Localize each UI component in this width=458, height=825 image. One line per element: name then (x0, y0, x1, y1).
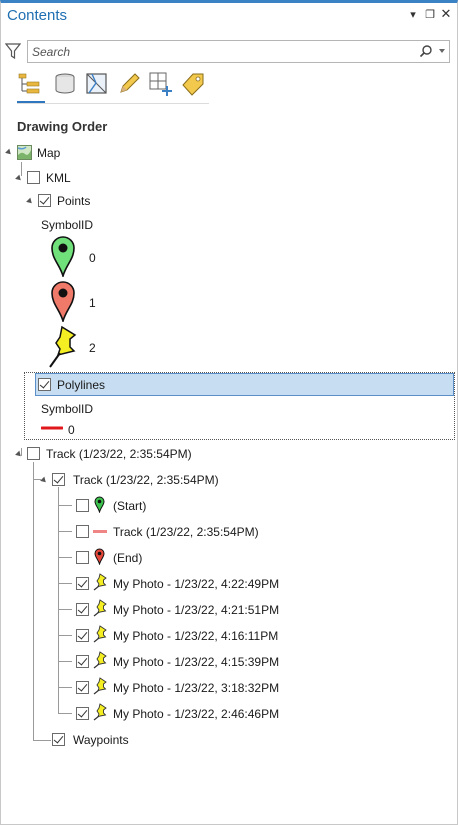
points-label[interactable]: Points (57, 194, 90, 208)
list-by-source-database-icon[interactable] (52, 71, 78, 97)
symbol-1-label: 1 (89, 296, 96, 310)
tree-line (58, 635, 72, 636)
points-symbol-field: SymbolID (41, 218, 94, 232)
polylines-checkbox[interactable] (38, 378, 51, 391)
search-options-chevron-down-icon[interactable] (439, 49, 445, 53)
track-line-checkbox[interactable] (76, 525, 89, 538)
yellow-pushpin-icon (49, 325, 77, 368)
search-input[interactable] (32, 44, 412, 59)
start-checkbox[interactable] (76, 499, 89, 512)
photo-checkbox[interactable] (76, 707, 89, 720)
waypoints-label[interactable]: Waypoints (73, 733, 129, 747)
tree-line (58, 505, 72, 506)
tree-line (58, 713, 72, 714)
waypoints-checkbox[interactable] (52, 733, 65, 746)
yellow-pushpin-icon (93, 625, 107, 643)
track-group-label[interactable]: Track (1/23/22, 2:35:54PM) (46, 447, 192, 461)
map-label[interactable]: Map (37, 146, 60, 160)
tree-line (58, 583, 72, 584)
list-by-selection-icon[interactable] (84, 71, 110, 97)
search-box[interactable] (27, 40, 450, 63)
yellow-pushpin-icon (93, 703, 107, 721)
pane-restore-button[interactable]: ❐ (423, 8, 437, 21)
start-label[interactable]: (Start) (113, 499, 146, 513)
search-icon[interactable] (419, 44, 433, 58)
symbol-0-label: 0 (89, 251, 96, 265)
polylines-label[interactable]: Polylines (57, 378, 105, 392)
tree-line (58, 687, 72, 688)
end-checkbox[interactable] (76, 551, 89, 564)
photo-checkbox[interactable] (76, 655, 89, 668)
list-by-snapping-icon[interactable] (148, 71, 174, 97)
polyline-symbol-0-label: 0 (68, 423, 75, 437)
green-pin-icon (51, 236, 75, 277)
pink-line-icon (93, 530, 107, 533)
photo-checkbox[interactable] (76, 577, 89, 590)
photo-label[interactable]: My Photo - 1/23/22, 2:46:46PM (113, 707, 279, 721)
tree-line (58, 531, 72, 532)
red-pin-icon (51, 281, 75, 322)
end-label[interactable]: (End) (113, 551, 142, 565)
tree-line (21, 162, 22, 176)
pane-close-button[interactable]: ✕ (439, 6, 453, 22)
map-icon (17, 145, 32, 160)
yellow-pushpin-icon (93, 651, 107, 669)
list-by-labeling-tag-icon[interactable] (180, 71, 206, 97)
photo-label[interactable]: My Photo - 1/23/22, 4:21:51PM (113, 603, 279, 617)
track-sub-label[interactable]: Track (1/23/22, 2:35:54PM) (73, 473, 219, 487)
filter-icon[interactable] (5, 42, 21, 60)
kml-label[interactable]: KML (46, 171, 71, 185)
red-line-symbol-icon (41, 426, 63, 430)
photo-label[interactable]: My Photo - 1/23/22, 3:18:32PM (113, 681, 279, 695)
symbol-2-label: 2 (89, 341, 96, 355)
photo-checkbox[interactable] (76, 681, 89, 694)
track-sub-checkbox[interactable] (52, 473, 65, 486)
yellow-pushpin-icon (93, 599, 107, 617)
green-pin-icon (94, 496, 105, 513)
tree-line (58, 487, 59, 713)
tree-line (33, 462, 34, 740)
photo-label[interactable]: My Photo - 1/23/22, 4:15:39PM (113, 655, 279, 669)
list-by-editing-pencil-icon[interactable] (116, 71, 142, 97)
track-line-label[interactable]: Track (1/23/22, 2:35:54PM) (113, 525, 259, 539)
kml-checkbox[interactable] (27, 171, 40, 184)
photo-checkbox[interactable] (76, 629, 89, 642)
polylines-symbol-field: SymbolID (41, 402, 94, 416)
points-checkbox[interactable] (38, 194, 51, 207)
track-group-checkbox[interactable] (27, 447, 40, 460)
yellow-pushpin-icon (93, 573, 107, 591)
tree-line (33, 740, 51, 741)
photo-label[interactable]: My Photo - 1/23/22, 4:16:11PM (113, 629, 278, 643)
pane-menu-button[interactable]: ▾ (406, 8, 420, 21)
photo-checkbox[interactable] (76, 603, 89, 616)
yellow-pushpin-icon (93, 677, 107, 695)
tree-line (58, 609, 72, 610)
tree-line (58, 557, 72, 558)
drawing-order-heading: Drawing Order (17, 119, 108, 134)
red-pin-icon (94, 548, 105, 565)
list-by-drawing-order-icon[interactable] (17, 71, 43, 97)
photo-label[interactable]: My Photo - 1/23/22, 4:22:49PM (113, 577, 279, 591)
tree-line (58, 661, 72, 662)
pane-title: Contents (7, 7, 68, 24)
toolbar-divider (17, 103, 209, 104)
